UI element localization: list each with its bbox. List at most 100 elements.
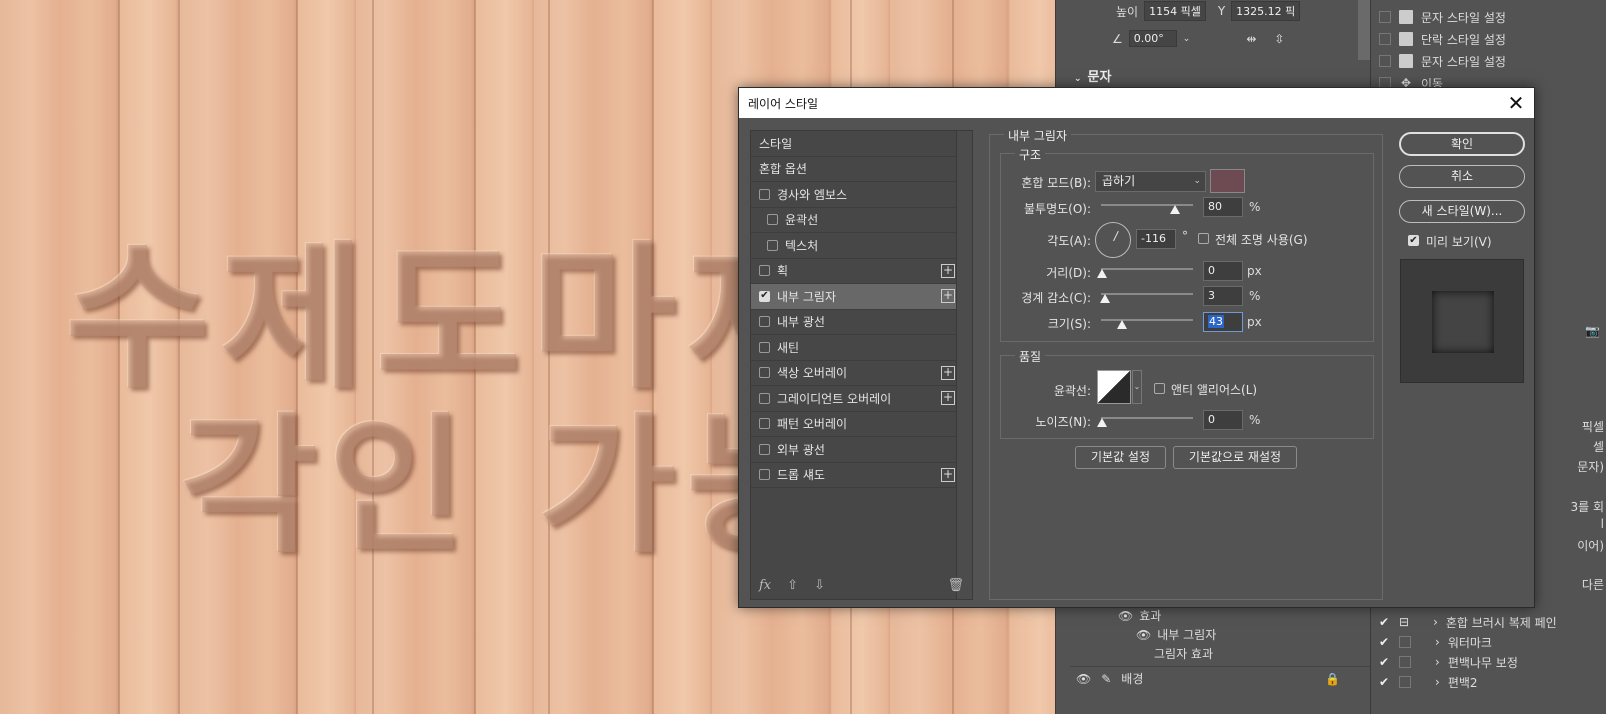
style-list-item[interactable]: 텍스처 bbox=[751, 233, 972, 259]
eye-icon[interactable]: 👁 bbox=[1118, 609, 1133, 623]
size-slider-thumb[interactable] bbox=[1117, 320, 1127, 329]
layer-row[interactable]: ✔ › 편백나무 보정 bbox=[1371, 652, 1606, 672]
flip-horizontal-icon[interactable]: ⇹ bbox=[1246, 32, 1256, 46]
layer-shadow-effect-row[interactable]: 그림자 효과 bbox=[1068, 644, 1368, 663]
noise-slider-thumb[interactable] bbox=[1097, 418, 1107, 427]
layer-row[interactable]: ✔ › 편백2 bbox=[1371, 672, 1606, 692]
history-snapshot-box[interactable] bbox=[1379, 11, 1391, 23]
flip-vertical-icon[interactable]: ⇳ bbox=[1274, 32, 1284, 46]
distance-input[interactable]: 0 bbox=[1203, 261, 1243, 281]
size-input[interactable]: 43 bbox=[1203, 312, 1243, 332]
global-light-checkbox[interactable] bbox=[1198, 233, 1209, 244]
style-list-item[interactable]: 혼합 옵션 bbox=[751, 157, 972, 182]
style-checkbox[interactable] bbox=[759, 367, 770, 379]
cancel-button[interactable]: 취소 bbox=[1399, 165, 1525, 188]
chevron-right-icon[interactable]: › bbox=[1435, 635, 1440, 649]
style-checkbox[interactable] bbox=[759, 392, 770, 404]
style-checkbox[interactable] bbox=[759, 418, 770, 430]
contour-picker[interactable] bbox=[1097, 370, 1131, 404]
ok-button[interactable]: 확인 bbox=[1399, 132, 1525, 156]
style-list-item[interactable]: 그레이디언트 오버레이 + bbox=[751, 386, 972, 412]
style-checkbox[interactable]: ✔ bbox=[759, 290, 770, 302]
y-input[interactable]: 1325.12 픽 bbox=[1231, 1, 1301, 21]
choke-slider-thumb[interactable] bbox=[1100, 294, 1110, 303]
style-list-item[interactable]: 패턴 오버레이 bbox=[751, 412, 972, 437]
style-list-item[interactable]: 획 + bbox=[751, 259, 972, 284]
props-scrollbar[interactable] bbox=[1358, 0, 1370, 60]
add-effect-icon[interactable]: + bbox=[941, 289, 955, 304]
reset-default-button[interactable]: 기본값으로 재설정 bbox=[1173, 446, 1297, 469]
opacity-input[interactable]: 80 bbox=[1203, 197, 1243, 217]
style-checkbox[interactable] bbox=[767, 239, 778, 251]
choke-input[interactable]: 3 bbox=[1203, 286, 1243, 306]
history-snapshot-box[interactable] bbox=[1379, 33, 1391, 45]
history-item[interactable]: 문자 스타일 설정 bbox=[1371, 50, 1606, 72]
style-checkbox[interactable] bbox=[759, 188, 770, 200]
visibility-check-icon[interactable]: ✔ bbox=[1379, 655, 1391, 669]
choke-slider[interactable] bbox=[1101, 293, 1193, 295]
make-default-button[interactable]: 기본값 설정 bbox=[1075, 446, 1166, 469]
opacity-slider-thumb[interactable] bbox=[1169, 205, 1180, 214]
layer-row[interactable]: ✔ › 워터마크 bbox=[1371, 632, 1606, 652]
style-checkbox[interactable] bbox=[767, 214, 778, 226]
section-type[interactable]: ⌄ 문자 bbox=[1074, 66, 1111, 85]
style-list-item[interactable]: 스타일 bbox=[751, 131, 972, 157]
chevron-right-icon[interactable]: › bbox=[1435, 655, 1440, 669]
layer-inner-shadow-row[interactable]: 👁 내부 그림자 bbox=[1068, 625, 1368, 644]
chevron-right-icon[interactable]: › bbox=[1435, 675, 1440, 689]
dialog-titlebar[interactable]: 레이어 스타일 bbox=[739, 88, 1534, 118]
add-effect-icon[interactable]: + bbox=[941, 391, 955, 406]
move-up-icon[interactable]: ⇧ bbox=[787, 578, 798, 593]
blend-color-swatch[interactable] bbox=[1210, 169, 1245, 193]
chevron-down-icon[interactable]: ⌄ bbox=[1183, 34, 1191, 44]
history-item[interactable]: 단락 스타일 설정 bbox=[1371, 28, 1606, 50]
angle-input[interactable]: -116 bbox=[1136, 229, 1176, 249]
trash-icon[interactable]: 🗑 bbox=[947, 578, 964, 593]
style-checkbox[interactable] bbox=[759, 341, 770, 353]
layer-effects-row[interactable]: 👁 효과 bbox=[1068, 606, 1368, 625]
height-input[interactable]: 1154 픽셀 bbox=[1144, 1, 1206, 21]
fx-icon[interactable]: fx bbox=[759, 578, 771, 593]
distance-slider-thumb[interactable] bbox=[1097, 269, 1107, 278]
style-list-item[interactable]: 경사와 엠보스 bbox=[751, 182, 972, 208]
blend-mode-select[interactable]: 곱하기 ⌄ bbox=[1095, 171, 1206, 192]
add-effect-icon[interactable]: + bbox=[941, 467, 955, 482]
style-list-scrollbar[interactable] bbox=[956, 131, 972, 599]
angle-input[interactable]: 0.00° bbox=[1128, 30, 1177, 47]
angle-dial[interactable] bbox=[1095, 222, 1131, 258]
close-icon[interactable]: ✕ bbox=[1504, 91, 1528, 115]
history-item[interactable]: 문자 스타일 설정 bbox=[1371, 6, 1606, 28]
layer-row[interactable]: ✔ ⊟ › 혼합 브러시 복제 페인 bbox=[1371, 612, 1606, 632]
visibility-check-icon[interactable]: ✔ bbox=[1379, 675, 1391, 689]
style-checkbox[interactable] bbox=[759, 469, 770, 481]
preview-checkbox[interactable]: ✔ bbox=[1408, 235, 1419, 246]
eye-icon[interactable]: 👁 bbox=[1136, 628, 1151, 642]
style-checkbox[interactable] bbox=[759, 443, 770, 455]
distance-slider[interactable] bbox=[1101, 268, 1193, 270]
style-list-item[interactable]: 내부 광선 bbox=[751, 310, 972, 335]
style-list-item[interactable]: 외부 광선 bbox=[751, 437, 972, 463]
new-style-button[interactable]: 새 스타일(W)... bbox=[1399, 200, 1525, 223]
chevron-right-icon[interactable]: › bbox=[1433, 615, 1438, 629]
visibility-check-icon[interactable]: ✔ bbox=[1379, 635, 1391, 649]
history-snapshot-box[interactable] bbox=[1379, 55, 1391, 67]
size-slider[interactable] bbox=[1101, 319, 1193, 321]
eye-icon[interactable]: 👁 bbox=[1076, 672, 1091, 686]
style-list-item[interactable]: 색상 오버레이 + bbox=[751, 361, 972, 386]
style-checkbox[interactable] bbox=[759, 316, 770, 328]
move-down-icon[interactable]: ⇩ bbox=[814, 578, 825, 593]
antialias-checkbox[interactable] bbox=[1154, 383, 1165, 394]
noise-slider[interactable] bbox=[1101, 417, 1193, 419]
style-list-item[interactable]: ✔ 내부 그림자 + bbox=[751, 284, 972, 310]
camera-icon[interactable]: 📷 bbox=[1585, 324, 1600, 338]
chevron-down-icon[interactable]: ⌄ bbox=[1132, 370, 1142, 404]
visibility-check-icon[interactable]: ✔ bbox=[1379, 615, 1391, 629]
style-checkbox[interactable] bbox=[759, 265, 770, 277]
layer-background-row[interactable]: 👁 ✎ 배경 🔒 bbox=[1070, 666, 1370, 690]
add-effect-icon[interactable]: + bbox=[941, 263, 955, 278]
style-list-item[interactable]: 윤곽선 bbox=[751, 208, 972, 233]
noise-input[interactable]: 0 bbox=[1203, 410, 1243, 430]
style-list-item[interactable]: 새틴 bbox=[751, 335, 972, 361]
style-list-item[interactable]: 드롭 섀도 + bbox=[751, 463, 972, 488]
add-effect-icon[interactable]: + bbox=[941, 365, 955, 380]
